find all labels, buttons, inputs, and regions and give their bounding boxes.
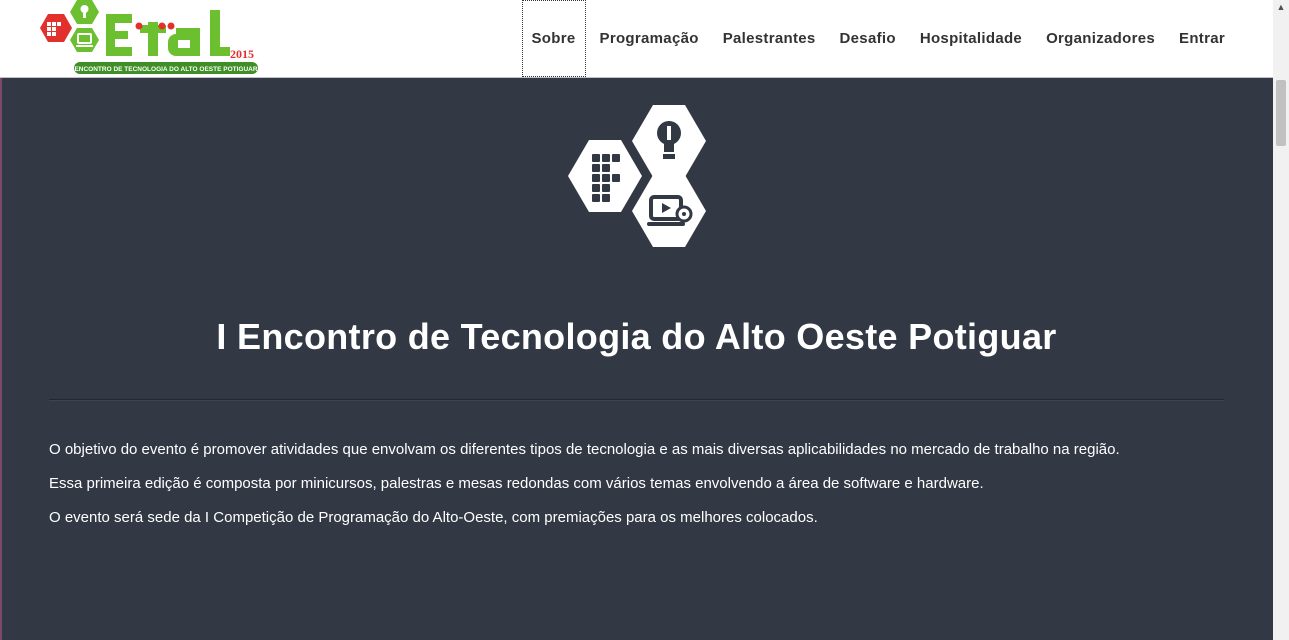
laptop-play-icon (632, 175, 706, 247)
nav-item-sobre[interactable]: Sobre (521, 0, 586, 77)
scroll-up-arrow-icon[interactable]: ▲ (1273, 0, 1289, 14)
about-paragraph: O evento será sede da I Competição de Pr… (49, 509, 818, 526)
scrollbar-thumb[interactable] (1276, 80, 1286, 146)
etal-logo: 2015 ENCONTRO DE TECNOLOGIA DO ALTO OEST… (40, 0, 258, 74)
nav-item-entrar[interactable]: Entrar (1167, 0, 1237, 77)
nav-item-palestrantes[interactable]: Palestrantes (711, 0, 828, 77)
lightbulb-icon (632, 105, 706, 177)
site-logo-link[interactable]: 2015 ENCONTRO DE TECNOLOGIA DO ALTO OEST… (36, 0, 266, 77)
about-paragraph: O objetivo do evento é promover atividad… (49, 441, 1120, 458)
svg-text:ENCONTRO DE TECNOLOGIA DO ALTO: ENCONTRO DE TECNOLOGIA DO ALTO OESTE POT… (74, 66, 257, 73)
page: 2015 ENCONTRO DE TECNOLOGIA DO ALTO OEST… (0, 0, 1273, 640)
nav-item-hospitalidade[interactable]: Hospitalidade (908, 0, 1034, 77)
nav-item-desafio[interactable]: Desafio (828, 0, 908, 77)
divider (49, 399, 1224, 401)
hero-hexagon-logo (568, 105, 706, 247)
navbar: 2015 ENCONTRO DE TECNOLOGIA DO ALTO OEST… (0, 0, 1273, 78)
main-nav: Sobre Programação Palestrantes Desafio H… (521, 0, 1238, 77)
page-scrollbar[interactable]: ▲ (1273, 0, 1289, 640)
page-title: I Encontro de Tecnologia do Alto Oeste P… (216, 316, 1057, 357)
about-section: O objetivo do evento é promover atividad… (49, 440, 1224, 542)
nav-item-organizadores[interactable]: Organizadores (1034, 0, 1167, 77)
svg-text:2015: 2015 (230, 47, 254, 61)
if-grid-icon (568, 140, 642, 212)
nav-item-programacao[interactable]: Programação (588, 0, 711, 77)
about-paragraph: Essa primeira edição é composta por mini… (49, 475, 984, 492)
